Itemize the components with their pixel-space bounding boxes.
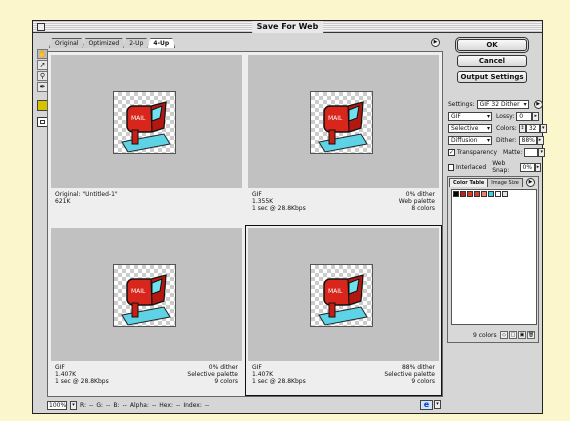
tab-image-size[interactable]: Image Size xyxy=(487,178,523,187)
dither-field[interactable]: 88% xyxy=(518,136,537,145)
lossy-label: Lossy: xyxy=(496,113,515,120)
color-swatch[interactable] xyxy=(453,191,459,197)
dither-label: Dither: xyxy=(496,137,517,144)
r-label: R: xyxy=(80,401,87,409)
tab-color-table[interactable]: Color Table xyxy=(449,178,489,187)
color-swatch[interactable] xyxy=(502,191,508,197)
settings-preset-select[interactable]: GIF 32 Dither xyxy=(476,100,529,109)
dither-slider-icon[interactable]: ▸ xyxy=(536,136,544,145)
tab-optimized[interactable]: Optimized xyxy=(82,38,125,48)
mailbox-image: MAIL xyxy=(113,264,176,327)
colors-label: Colors: xyxy=(496,125,517,132)
colors-stepper-icon[interactable]: ↕ xyxy=(518,124,526,133)
preview-menu-icon[interactable]: ▶ xyxy=(431,38,440,47)
pane-optimized-2[interactable]: MAIL GIF 1.407K 1 sec @ 28.8Kbps 0% dither… xyxy=(49,226,244,395)
browser-dropdown-icon[interactable]: ▾ xyxy=(434,400,441,409)
mailbox-image: MAIL xyxy=(113,91,176,154)
file-format-select[interactable]: GIF xyxy=(448,112,492,121)
color-table-menu-icon[interactable]: ▶ xyxy=(526,178,535,187)
new-color-icon[interactable]: ▣ xyxy=(518,331,526,339)
interlaced-checkbox[interactable] xyxy=(448,163,454,171)
b-label: B: xyxy=(113,401,120,409)
svg-text:MAIL: MAIL xyxy=(131,115,146,122)
cancel-button[interactable]: Cancel xyxy=(457,55,527,67)
pane-original[interactable]: MAIL Original: "Untitled-1" 621K xyxy=(49,53,244,222)
alpha-value: -- xyxy=(151,401,157,409)
colors-field[interactable]: 32 xyxy=(525,124,540,133)
svg-text:MAIL: MAIL xyxy=(328,288,343,295)
dither-algorithm-select[interactable]: Diffusion xyxy=(448,136,492,145)
save-for-web-window: Save For Web Original Optimized 2-Up 4-U… xyxy=(32,20,547,414)
tab-4-up[interactable]: 4-Up xyxy=(147,38,175,48)
hex-value: -- xyxy=(175,401,181,409)
color-table-panel: Color Table Image Size ▶ 9 colors ◇ □ ▣ … xyxy=(447,176,539,343)
close-box[interactable] xyxy=(37,23,45,31)
color-count: 9 colors xyxy=(473,331,497,339)
alpha-label: Alpha: xyxy=(129,401,149,409)
tab-2-up[interactable]: 2-Up xyxy=(123,38,149,48)
hex-label: Hex: xyxy=(159,401,173,409)
status-bar: 100% ▾ R: -- G: -- B: -- Alpha: -- Hex: … xyxy=(47,399,443,411)
matte-color-field[interactable] xyxy=(524,148,539,157)
lossy-field[interactable]: 0 xyxy=(516,112,533,121)
zoom-level-field[interactable]: 100% xyxy=(47,400,67,410)
window-title: Save For Web xyxy=(251,21,324,33)
color-swatch[interactable] xyxy=(474,191,480,197)
settings-label: Settings: xyxy=(448,101,475,108)
matte-dropdown-icon[interactable]: ▾ xyxy=(538,148,546,157)
svg-text:MAIL: MAIL xyxy=(328,115,343,122)
zoom-dropdown-icon[interactable]: ▾ xyxy=(70,400,77,410)
websnap-label: Web Snap: xyxy=(492,160,510,174)
index-label: Index: xyxy=(183,401,202,409)
pane-optimized-1[interactable]: MAIL GIF 1.355K 1 sec @ 28.8Kbps 0% dither… xyxy=(246,53,441,222)
view-tabs: Original Optimized 2-Up 4-Up xyxy=(49,38,173,48)
delete-color-icon[interactable]: 🗑 xyxy=(527,331,535,339)
title-bar[interactable]: Save For Web xyxy=(33,21,542,33)
transparency-checkbox[interactable]: ✓ xyxy=(448,149,455,156)
svg-text:MAIL: MAIL xyxy=(131,288,146,295)
mailbox-image: MAIL xyxy=(310,91,373,154)
websnap-field[interactable]: 0% xyxy=(519,162,536,172)
color-table xyxy=(451,189,537,325)
ok-button[interactable]: OK xyxy=(457,39,527,51)
g-value: -- xyxy=(106,401,111,409)
websnap-slider-icon[interactable]: ▸ xyxy=(535,162,542,172)
tab-original[interactable]: Original xyxy=(49,38,84,48)
r-value: -- xyxy=(89,401,94,409)
mailbox-image: MAIL xyxy=(310,264,373,327)
transparency-label: Transparency xyxy=(457,149,498,156)
output-settings-button[interactable]: Output Settings xyxy=(457,71,527,83)
preview-in-browser-icon[interactable]: e xyxy=(420,400,433,410)
settings-column: OK Cancel Output Settings Settings: GIF … xyxy=(445,37,547,411)
color-swatch[interactable] xyxy=(488,191,494,197)
g-label: G: xyxy=(96,401,104,409)
pane-optimized-3-selected[interactable]: MAIL GIF 1.407K 1 sec @ 28.8Kbps 88% dithe… xyxy=(245,225,442,396)
colors-dropdown-icon[interactable]: ▾ xyxy=(539,124,547,133)
four-up-preview: MAIL Original: "Untitled-1" 621K MAIL GI… xyxy=(47,51,443,397)
color-swatch[interactable] xyxy=(495,191,501,197)
color-swatch[interactable] xyxy=(481,191,487,197)
optimize-menu-icon[interactable]: ▶ xyxy=(533,100,543,109)
matte-label: Matte: xyxy=(503,149,523,156)
snap-to-web-icon[interactable]: ◇ xyxy=(500,331,508,339)
interlaced-label: Interlaced xyxy=(455,163,487,171)
color-swatch[interactable] xyxy=(467,191,473,197)
lock-color-icon[interactable]: □ xyxy=(509,331,517,339)
b-value: -- xyxy=(122,401,127,409)
color-swatch[interactable] xyxy=(460,191,466,197)
index-value: -- xyxy=(204,401,210,409)
color-reduction-select[interactable]: Selective xyxy=(448,124,492,133)
lossy-slider-icon[interactable]: ▸ xyxy=(532,112,540,121)
